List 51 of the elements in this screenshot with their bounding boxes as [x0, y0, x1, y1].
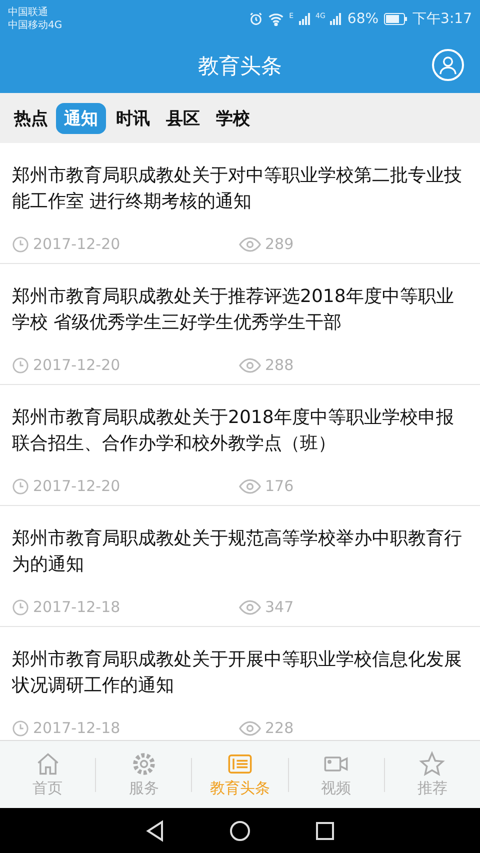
wifi-icon [268, 12, 284, 26]
article-title: 郑州市教育局职成教处关于开展中等职业学校信息化发展状况调研工作的通知 [12, 648, 463, 698]
article-date: 2017-12-18 [33, 719, 120, 737]
article-item[interactable]: 郑州市教育局职成教处关于推荐评选2018年度中等职业学校 省级优秀学生三好学生优秀学生干部 2017-12-20 288 [0, 264, 480, 385]
article-date: 2017-12-20 [33, 477, 120, 495]
clock-time: 下午3:17 [412, 10, 472, 28]
eye-icon [239, 478, 261, 494]
category-tab[interactable]: 时讯 [108, 102, 158, 134]
eye-icon [239, 600, 261, 614]
star-icon [419, 751, 446, 777]
view-count: 347 [265, 598, 294, 616]
article-date: 2017-12-20 [33, 235, 120, 253]
battery-icon [384, 13, 408, 25]
view-count: 176 [265, 477, 294, 495]
eye-icon [239, 236, 261, 252]
category-tab[interactable]: 学校 [208, 102, 258, 134]
profile-button[interactable] [432, 49, 464, 81]
article-item[interactable]: 郑州市教育局职成教处关于2018年度中等职业学校申报联合招生、合作办学和校外教学点（班） 2017-12-20 176 [0, 385, 480, 506]
category-tab[interactable]: 热点 [6, 102, 56, 134]
home-circle-icon[interactable] [229, 820, 251, 842]
category-tab[interactable]: 县区 [158, 102, 208, 134]
carrier-name: 中国联通 [8, 6, 49, 19]
article-title: 郑州市教育局职成教处关于规范高等学校举办中职教育行为的通知 [12, 527, 463, 577]
article-item[interactable]: 郑州市教育局职成教处关于对中等职业学校第二批专业技能工作室 进行终期考核的通知 2017-12-20 289 [0, 143, 480, 264]
clock-icon [12, 598, 29, 616]
user-icon [438, 55, 458, 75]
view-count: 289 [265, 235, 294, 253]
article-title: 郑州市教育局职成教处关于推荐评选2018年度中等职业学校 省级优秀学生三好学生优秀学生干部 [12, 285, 455, 335]
eye-icon [239, 358, 261, 372]
recents-icon[interactable] [315, 820, 335, 840]
article-item[interactable]: 郑州市教育局职成教处关于规范高等学校举办中职教育行为的通知 2017-12-18 347 [0, 506, 480, 627]
article-title: 郑州市教育局职成教处关于2018年度中等职业学校申报联合招生、合作办学和校外教学点（班） [12, 406, 455, 456]
view-count: 288 [265, 356, 294, 374]
carrier-name: 中国移动4G [8, 19, 62, 32]
signal-icon [298, 13, 311, 25]
article-date: 2017-12-18 [33, 598, 120, 616]
page-title: 教育头条 [198, 52, 282, 80]
signal-icon [330, 13, 342, 25]
home-icon [34, 751, 61, 777]
gear-icon [130, 751, 157, 777]
eye-icon [239, 720, 261, 736]
clock-icon [12, 720, 29, 736]
back-icon[interactable] [145, 820, 165, 842]
battery-percent: 68% [347, 11, 379, 27]
article-title: 郑州市教育局职成教处关于对中等职业学校第二批专业技能工作室 进行终期考核的通知 [12, 164, 463, 214]
article-date: 2017-12-20 [33, 356, 120, 374]
clock-icon [12, 478, 29, 494]
view-count: 228 [265, 719, 294, 737]
clock-icon [12, 356, 29, 374]
alarm-icon [249, 12, 264, 26]
clock-icon [12, 236, 29, 252]
